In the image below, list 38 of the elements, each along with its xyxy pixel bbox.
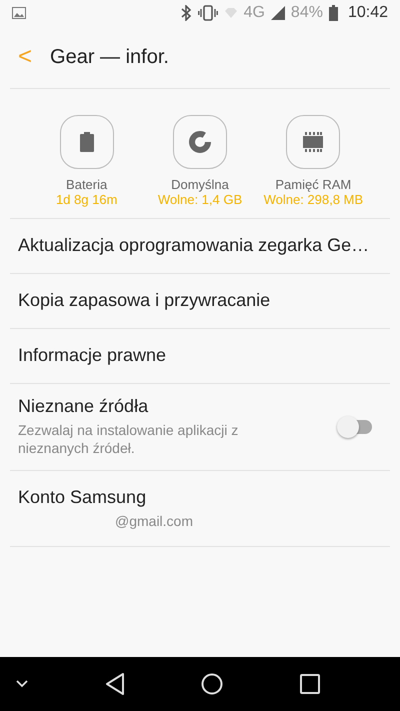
pie-chart-icon <box>188 131 211 153</box>
item-title: Informacje prawne <box>18 345 168 366</box>
account-email: @gmail.com <box>114 512 194 530</box>
stat-label: Domyślna <box>171 177 229 192</box>
menu-item[interactable]: Kopia zapasowa i przywracanie <box>10 274 390 329</box>
menu-item[interactable]: Aktualizacja oprogramowania zegarka Ge… <box>10 218 390 274</box>
recents-icon[interactable] <box>300 674 320 694</box>
picture-icon <box>12 7 26 19</box>
menu-item[interactable]: Informacje prawne <box>10 328 390 384</box>
item-title: Aktualizacja oprogramowania zegarka Ge… <box>18 235 370 256</box>
vibrate-icon <box>198 5 218 21</box>
menu-item[interactable]: Konto Samsung @gmail.com <box>10 470 390 547</box>
item-title: Kopia zapasowa i przywracanie <box>18 290 272 312</box>
clock: 10:42 <box>348 4 388 22</box>
chevron-down-icon[interactable] <box>16 680 28 688</box>
battery-percent: 84% <box>290 4 323 22</box>
stat-value: Wolne: 1,4 GB <box>158 192 242 208</box>
stat-value: 1d 8g 16m <box>56 192 118 208</box>
signal-icon <box>270 6 285 20</box>
stat-icon-button[interactable] <box>60 115 114 169</box>
network-type: 4G <box>244 4 265 22</box>
stat-icon-button[interactable] <box>172 115 227 169</box>
stat-label: Pamięć RAM <box>275 177 352 192</box>
screen-title: Gear — infor. <box>50 46 169 68</box>
stat-value: Wolne: 298,8 MB <box>264 192 364 208</box>
home-icon[interactable] <box>201 673 224 695</box>
battery-icon <box>80 132 94 152</box>
bluetooth-icon <box>180 5 192 21</box>
stat-icon-button[interactable] <box>286 115 340 169</box>
chip-icon <box>301 131 326 153</box>
diamond-icon <box>224 7 238 19</box>
battery-icon <box>328 5 338 21</box>
item-title: Konto Samsung <box>18 486 148 508</box>
item-description: Zezwalaj na instalowanie aplikacji z nieznanych źródeł. <box>18 420 240 458</box>
menu-item[interactable]: Nieznane źródła Zezwalaj na instalowanie aplikacji z nieznanych źródeł. <box>10 384 390 471</box>
item-title: Nieznane źródła <box>18 396 150 417</box>
stat-label: Bateria <box>66 177 108 192</box>
back-icon[interactable] <box>104 673 125 695</box>
